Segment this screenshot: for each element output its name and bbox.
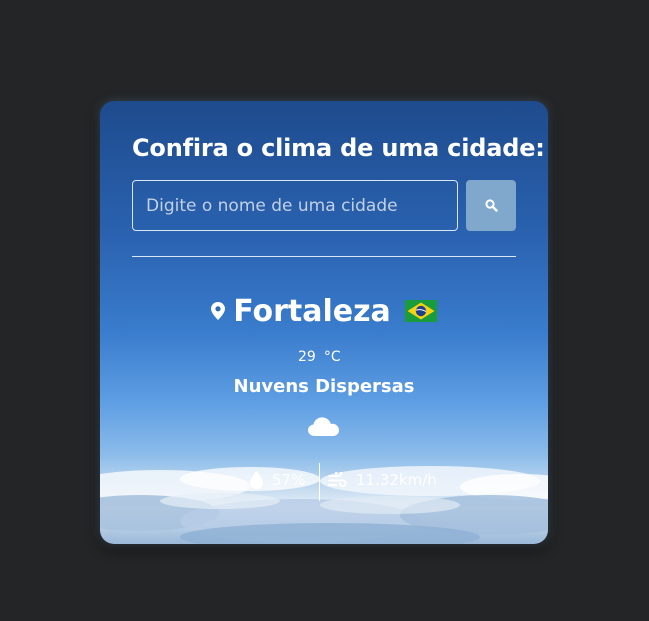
- wind-icon: [328, 471, 347, 487]
- search-icon: [484, 199, 498, 212]
- temperature-value: 29: [298, 349, 316, 365]
- wind-speed-value: 11.32km/h: [356, 471, 437, 489]
- map-pin-icon: [211, 302, 226, 320]
- humidity-value: 57%: [272, 471, 306, 489]
- search-button[interactable]: [466, 180, 516, 231]
- humidity: 57%: [250, 471, 305, 489]
- droplet-icon: [250, 471, 263, 489]
- details-separator: [319, 463, 320, 501]
- page-title: Confira o clima de uma cidade:: [132, 134, 545, 162]
- weather-details: 57% 11.32km/h: [100, 463, 548, 501]
- location-row: Fortaleza: [100, 289, 548, 333]
- temperature-unit: °C: [323, 349, 341, 365]
- divider: [132, 256, 516, 257]
- cloud-icon: [308, 417, 339, 436]
- temperature: 29 °C: [298, 348, 341, 366]
- city-search-input[interactable]: [132, 180, 458, 231]
- weather-card: Confira o clima de uma cidade: Fortaleza…: [100, 101, 548, 544]
- weather-description: Nuvens Dispersas: [233, 376, 415, 397]
- brazil-flag-icon: [404, 300, 437, 322]
- city-name: Fortaleza: [233, 293, 391, 329]
- wind: 11.32km/h: [328, 471, 437, 489]
